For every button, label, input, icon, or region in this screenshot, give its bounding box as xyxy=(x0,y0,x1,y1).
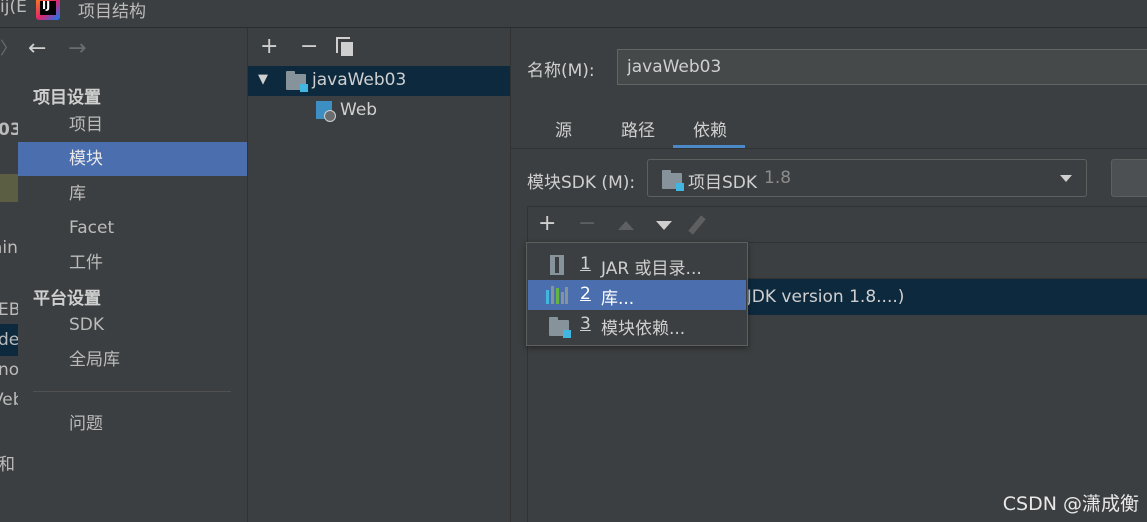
menu-item-mnemonic: 3 xyxy=(580,314,591,334)
sdk-edit-button[interactable] xyxy=(1111,159,1147,197)
library-icon xyxy=(546,286,568,304)
background-fragment: 和 xyxy=(0,455,15,475)
nav-item-artifacts[interactable]: 工件 xyxy=(18,246,247,280)
logo-text: IJ xyxy=(42,0,51,12)
remove-module-button[interactable]: − xyxy=(300,34,318,59)
background-fragment: no xyxy=(0,360,18,380)
nav-item-global-libraries[interactable]: 全局库 xyxy=(18,343,247,377)
forward-arrow-icon[interactable]: → xyxy=(68,36,86,61)
intellij-logo-icon: IJ xyxy=(36,0,60,20)
add-dependency-button[interactable]: + xyxy=(538,211,556,236)
background-highlight xyxy=(0,174,18,202)
module-folder-icon xyxy=(286,71,308,92)
module-tree-pane: + − ▼ javaWeb03 Web xyxy=(248,28,511,522)
tab-dependencies[interactable]: 依赖 xyxy=(693,116,727,141)
nav-item-facets[interactable]: Facet xyxy=(18,211,247,245)
tabs-divider xyxy=(511,148,1147,149)
menu-item-label: 模块依赖... xyxy=(601,319,686,339)
window-title-bar: ij(E IJ 项目结构 xyxy=(0,0,1147,28)
sdk-folder-icon xyxy=(662,170,684,191)
nav-section-project-settings: 项目设置 xyxy=(33,88,101,108)
remove-dependency-button[interactable]: − xyxy=(578,211,596,236)
menu-item-mnemonic: 2 xyxy=(580,284,591,304)
window-title: 项目结构 xyxy=(78,2,146,22)
menu-item-mnemonic: 1 xyxy=(580,254,591,274)
nav-item-sdks[interactable]: SDK xyxy=(18,308,247,342)
module-name-label: javaWeb03 xyxy=(312,70,407,90)
nav-item-problems[interactable]: 问题 xyxy=(18,407,247,441)
nav-item-project[interactable]: 项目 xyxy=(18,108,247,142)
back-arrow-icon[interactable]: ← xyxy=(28,36,46,61)
menu-item-label: 库... xyxy=(601,289,635,309)
dropdown-arrow-icon xyxy=(1060,175,1072,182)
nav-divider xyxy=(33,391,231,392)
background-window-title-fragment: ij(E xyxy=(0,0,27,17)
tree-node-module[interactable]: ▼ javaWeb03 xyxy=(248,66,510,96)
background-fragment: 〉 xyxy=(0,39,17,59)
menu-item-jar-or-directory[interactable]: 1 JAR 或目录... xyxy=(528,250,746,280)
module-sdk-label: 模块SDK (M): xyxy=(527,173,636,193)
settings-navigation: ← → 项目设置 项目 模块 库 Facet 工件 平台设置 SDK 全局库 问… xyxy=(18,28,248,522)
facet-name-label: Web xyxy=(340,100,378,120)
add-dependency-popup-menu: 1 JAR 或目录... 2 库... 3 模块依赖... xyxy=(526,242,748,346)
edit-pencil-icon[interactable] xyxy=(688,215,706,235)
background-fragment: 03 xyxy=(0,120,18,140)
add-module-button[interactable]: + xyxy=(260,34,278,59)
jar-icon xyxy=(550,255,564,275)
sdk-version: 1.8 xyxy=(764,168,792,188)
sdk-selected-value: 项目SDK xyxy=(688,173,758,193)
name-label: 名称(M): xyxy=(527,61,595,81)
background-fragment: de xyxy=(0,330,18,350)
menu-item-module-dependency[interactable]: 3 模块依赖... xyxy=(528,310,746,340)
dependencies-toolbar: + − xyxy=(528,207,1147,243)
web-facet-icon xyxy=(316,101,336,122)
dependency-row-text: nJDK version 1.8....) xyxy=(736,287,905,307)
menu-item-label: JAR 或目录... xyxy=(601,259,702,279)
background-fragment: Veb xyxy=(0,390,18,410)
background-fragment: ain xyxy=(0,238,18,258)
move-down-icon[interactable] xyxy=(656,221,672,230)
tab-sources[interactable]: 源 xyxy=(555,116,572,141)
background-fragment: EB xyxy=(0,300,18,320)
watermark-text: CSDN @潇成衡 xyxy=(1002,493,1139,515)
module-name-input[interactable] xyxy=(617,49,1147,85)
background-ide-strip: 〉 03 ain EB de no Veb 和 xyxy=(0,28,18,522)
move-up-icon[interactable] xyxy=(618,221,634,230)
nav-item-libraries[interactable]: 库 xyxy=(18,177,247,211)
nav-section-platform-settings: 平台设置 xyxy=(33,289,101,309)
tree-node-web-facet[interactable]: Web xyxy=(248,96,510,126)
copy-module-icon[interactable] xyxy=(336,37,354,56)
nav-item-modules[interactable]: 模块 xyxy=(18,142,247,176)
module-folder-icon xyxy=(549,317,571,338)
module-sdk-select[interactable]: 项目SDK 1.8 xyxy=(647,159,1087,197)
tab-paths[interactable]: 路径 xyxy=(621,116,655,141)
menu-item-library[interactable]: 2 库... xyxy=(528,280,746,310)
chevron-down-icon[interactable]: ▼ xyxy=(258,72,268,87)
